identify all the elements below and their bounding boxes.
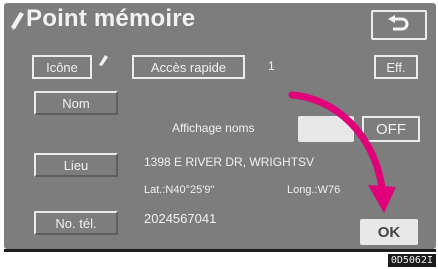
- navigation-screen: Point mémoire Icône Accès rapide 1 Eff. …: [4, 3, 436, 249]
- quick-access-button[interactable]: Accès rapide: [132, 55, 245, 79]
- divider-line: [4, 249, 436, 252]
- phone-number-text: 2024567041: [144, 211, 217, 226]
- display-names-on-button[interactable]: [298, 116, 354, 142]
- delete-button[interactable]: Eff.: [374, 55, 418, 79]
- page-title: Point mémoire: [26, 5, 196, 32]
- name-button[interactable]: Nom: [34, 91, 118, 115]
- ok-button[interactable]: OK: [360, 219, 418, 245]
- display-names-label: Affichage noms: [172, 121, 255, 135]
- back-button[interactable]: [371, 10, 427, 40]
- longitude-text: Long.:W76: [287, 184, 341, 196]
- quick-access-number: 1: [268, 59, 275, 73]
- small-pencil-icon: [99, 55, 108, 66]
- icon-button[interactable]: Icône: [32, 55, 92, 79]
- location-button[interactable]: Lieu: [34, 153, 118, 177]
- return-arrow-icon: [388, 15, 409, 31]
- image-code: 0D5062I: [387, 254, 436, 267]
- phone-button[interactable]: No. tél.: [34, 211, 118, 235]
- latitude-text: Lat.:N40°25'9": [144, 184, 215, 196]
- display-names-off-button[interactable]: OFF: [362, 116, 420, 142]
- address-text: 1398 E RIVER DR, WRIGHTSV: [144, 155, 315, 169]
- pencil-icon: [11, 12, 24, 30]
